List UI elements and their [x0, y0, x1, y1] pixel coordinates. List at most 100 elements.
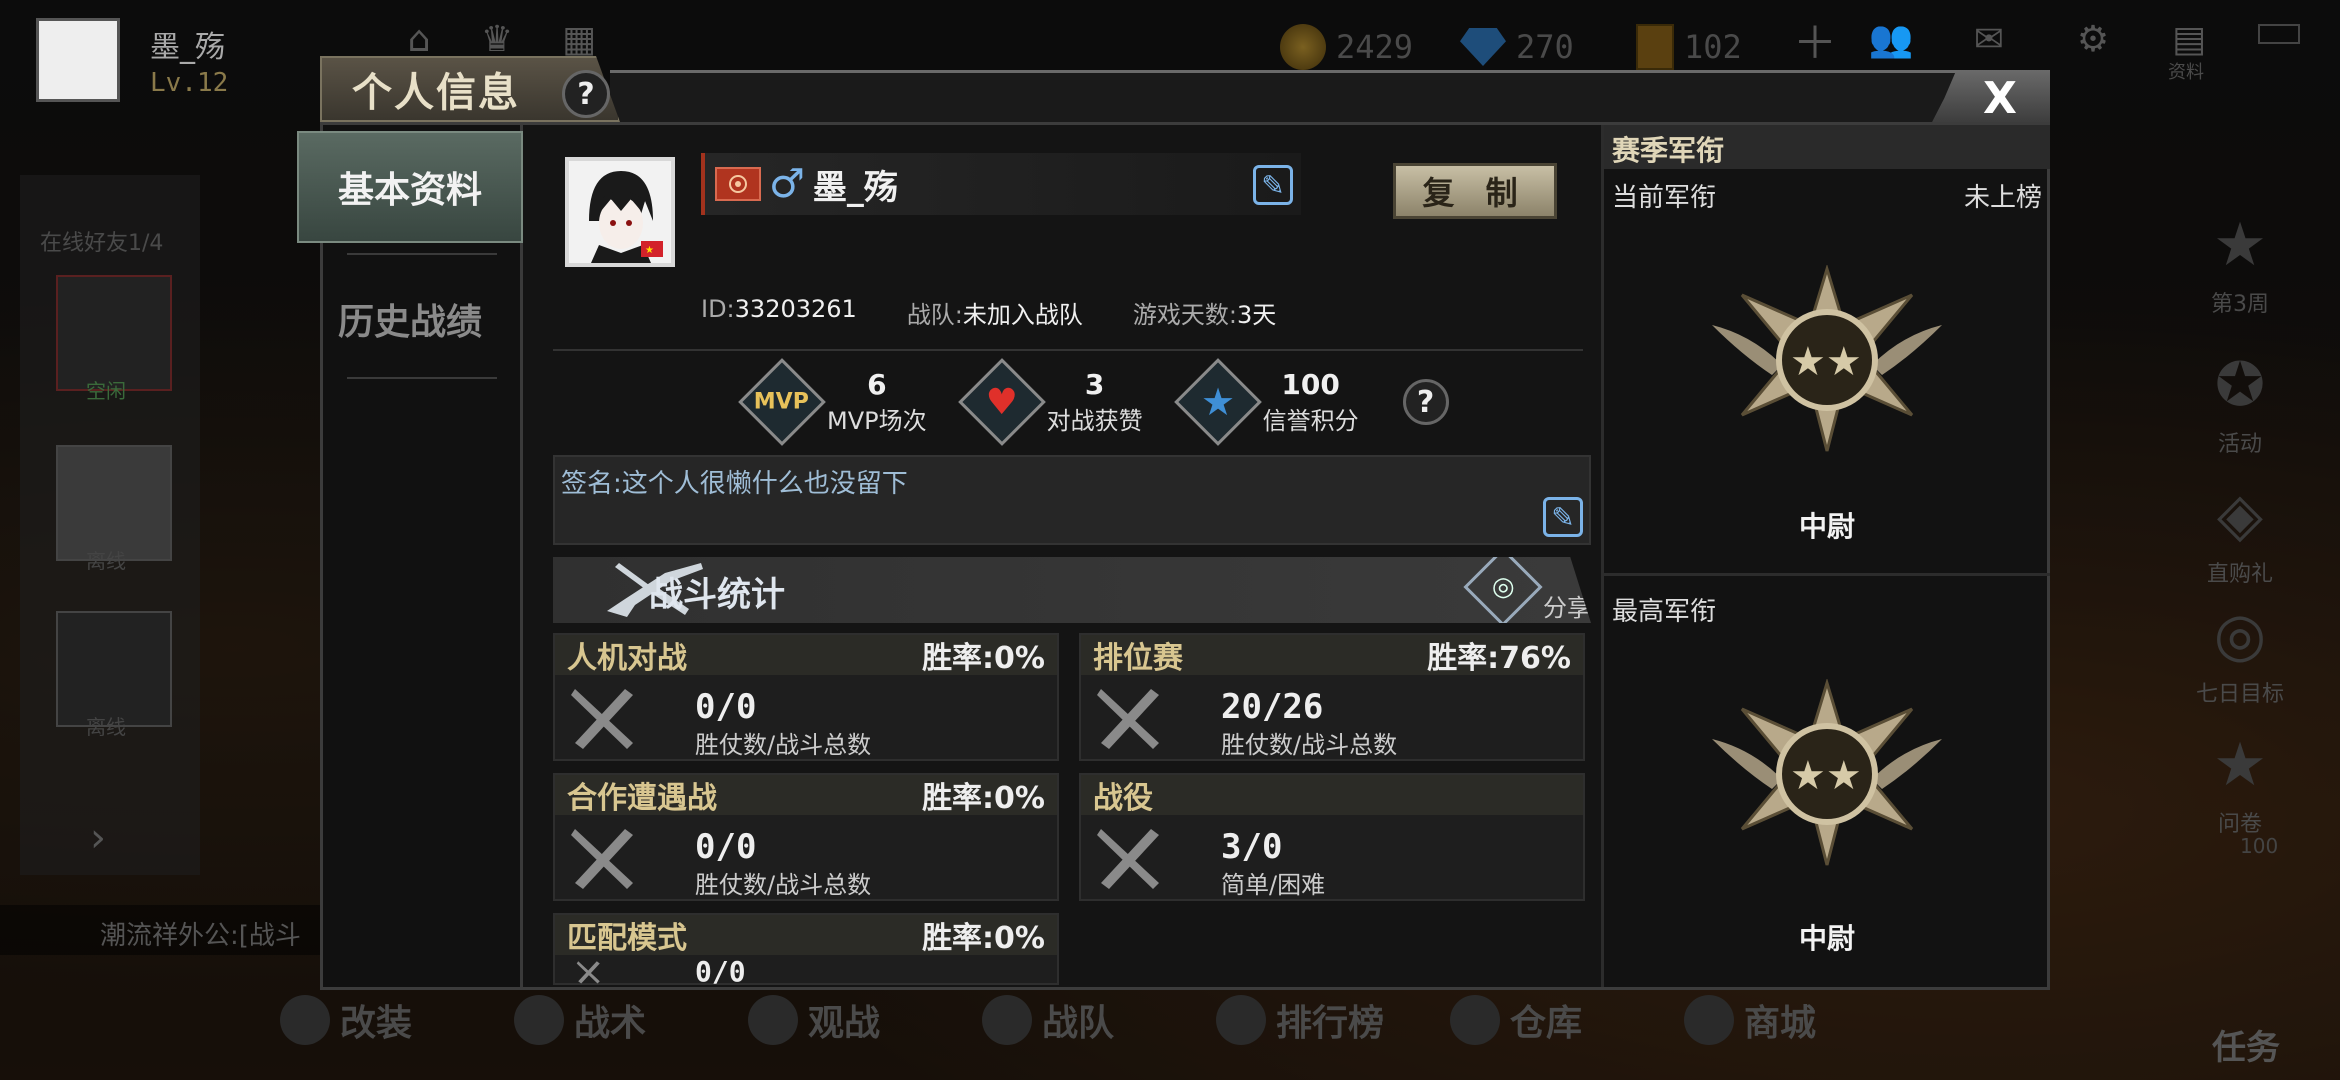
- diamond-currency[interactable]: 270: [1460, 22, 1574, 72]
- gold-currency[interactable]: 2429: [1280, 22, 1413, 72]
- mode-name: 战役: [1093, 781, 1153, 816]
- direct-gift-entry[interactable]: ◈ 直购礼: [2140, 480, 2340, 588]
- friend-avatar[interactable]: [56, 445, 172, 561]
- header-bar: [610, 70, 2050, 122]
- crown-icon[interactable]: ♛: [474, 16, 520, 62]
- crossed-rifles-icon: [576, 961, 600, 984]
- credit-help-icon[interactable]: ?: [1402, 379, 1449, 425]
- team-icon: [982, 995, 1032, 1045]
- expand-arrow-icon[interactable]: ›: [90, 815, 106, 861]
- player-avatar[interactable]: [36, 18, 120, 102]
- current-rank-name: 中尉: [1798, 510, 1855, 543]
- tab-history[interactable]: 历史战绩: [297, 263, 523, 375]
- share-icon: ◎: [1463, 557, 1543, 623]
- current-rank-row: 当前军衔 未上榜: [1612, 177, 2042, 214]
- highest-rank-row: 最高军衔: [1612, 591, 2042, 628]
- name-box: ♂ 墨_殇: [701, 153, 1301, 215]
- flag-badge-icon: [715, 167, 761, 201]
- days-label: 游戏天数:: [1132, 301, 1237, 329]
- nav-label: 排行榜: [1276, 1003, 1385, 1044]
- survey-entry[interactable]: ★ 问卷: [2140, 730, 2340, 838]
- home-icon[interactable]: ⌂: [396, 16, 442, 62]
- mode-sub-label: 胜仗数/战斗总数: [1221, 731, 1398, 759]
- crossed-rifles-icon: [571, 829, 633, 889]
- mode-name: 匹配模式: [567, 921, 687, 956]
- rank-divider: [1604, 573, 2050, 576]
- warehouse-icon: [1450, 995, 1500, 1045]
- friends-sidebar: 在线好友1/4 空闲 离线 离线 ›: [20, 175, 200, 875]
- nav-spectate[interactable]: 观战: [748, 990, 982, 1050]
- help-icon[interactable]: ?: [562, 70, 610, 118]
- mode-name: 合作遭遇战: [567, 781, 717, 816]
- card-icon: [1636, 24, 1674, 70]
- profile-team: 战队:未加入战队: [907, 295, 1083, 330]
- tab-column: 基本资料 历史战绩: [297, 125, 523, 987]
- weekly-label: 第3周: [2211, 292, 2269, 317]
- mode-card-ranked: 排位赛 胜率:76% 20/26 胜仗数/战斗总数: [1079, 633, 1585, 761]
- heart-icon: ♥: [957, 358, 1046, 446]
- add-currency-icon[interactable]: ＋: [1792, 16, 1838, 69]
- nav-team[interactable]: 战队: [982, 990, 1216, 1050]
- friend-status: 离线: [86, 549, 126, 573]
- mode-card-match: 匹配模式 胜率:0% 0/0: [553, 913, 1059, 988]
- nav-warehouse[interactable]: 仓库: [1450, 990, 1684, 1050]
- mail-icon[interactable]: ✉: [1966, 16, 2012, 62]
- modal-header: 个人信息 ? X: [320, 56, 2050, 126]
- share-label: 分享: [1543, 594, 1591, 622]
- likes-count: 3: [1084, 368, 1105, 401]
- mode-sub-label: 胜仗数/战斗总数: [695, 731, 872, 759]
- avatar-portrait: ★: [569, 161, 671, 263]
- diamond-icon: [1460, 28, 1506, 66]
- mvp-badge: MVP 6 MVP场次: [738, 358, 927, 446]
- tab-basic-info[interactable]: 基本资料: [297, 131, 523, 243]
- task-button[interactable]: 任务: [2212, 1020, 2280, 1069]
- highest-rank-label: 最高军衔: [1612, 597, 1717, 627]
- nav-modify[interactable]: 改装: [280, 990, 514, 1050]
- svg-text:★★: ★★: [1790, 753, 1862, 799]
- divider: [553, 349, 1583, 351]
- mvp-label: MVP场次: [827, 407, 927, 435]
- survey-icon: ★: [2213, 730, 2267, 800]
- modal-title-text: 个人信息: [352, 70, 520, 116]
- friends-icon[interactable]: 👥: [1868, 16, 1914, 62]
- diamond-amount: 270: [1516, 28, 1574, 66]
- edit-signature-icon[interactable]: ✎: [1543, 497, 1583, 537]
- chat-preview[interactable]: 潮流祥外公:[战斗: [0, 905, 330, 955]
- card-amount: 102: [1684, 28, 1742, 66]
- star-icon: ★: [1173, 358, 1262, 446]
- friend-status: 空闲: [86, 379, 126, 403]
- card-currency[interactable]: 102: [1636, 22, 1742, 72]
- team-value: 未加入战队: [962, 301, 1083, 329]
- combat-stats-title: 战斗统计: [649, 575, 785, 615]
- close-icon: X: [1983, 72, 2017, 124]
- grid-icon[interactable]: ▦: [556, 16, 602, 62]
- mode-value: 0/0: [695, 955, 746, 988]
- edit-name-icon[interactable]: ✎: [1253, 165, 1293, 205]
- svg-text:★★: ★★: [1790, 339, 1862, 385]
- nav-shop[interactable]: 商城: [1684, 990, 1918, 1050]
- survey-reward: 100: [2240, 834, 2279, 858]
- battery-icon: [2258, 24, 2300, 44]
- mode-value: 20/26: [1221, 687, 1324, 727]
- activity-label: 活动: [2217, 432, 2262, 457]
- weekly-entry[interactable]: ★ 第3周: [2140, 210, 2340, 318]
- copy-button[interactable]: 复 制: [1393, 163, 1557, 219]
- top-player-name: 墨_殇: [150, 30, 225, 65]
- activity-entry[interactable]: ✪ 活动: [2140, 350, 2340, 458]
- nav-leaderboard[interactable]: 排行榜: [1216, 990, 1450, 1050]
- settings-gear-icon[interactable]: ⚙: [2070, 16, 2116, 62]
- mvp-icon: MVP: [738, 358, 826, 446]
- direct-gift-label: 直购礼: [2206, 562, 2273, 587]
- id-label: ID:: [701, 295, 735, 323]
- library-label: 资料: [2168, 62, 2204, 83]
- days-value: 3天: [1237, 301, 1277, 329]
- mode-value: 3/0: [1221, 827, 1283, 867]
- friend-avatar[interactable]: [56, 275, 172, 391]
- friend-avatar[interactable]: [56, 611, 172, 727]
- nav-label: 商城: [1744, 1003, 1817, 1044]
- library-icon[interactable]: ▤: [2166, 16, 2212, 62]
- nav-tactics[interactable]: 战术: [514, 990, 748, 1050]
- share-button[interactable]: ◎ 分享: [1463, 557, 1591, 623]
- team-label: 战队:: [906, 301, 963, 329]
- seven-day-entry[interactable]: ◎ 七日目标: [2140, 600, 2340, 708]
